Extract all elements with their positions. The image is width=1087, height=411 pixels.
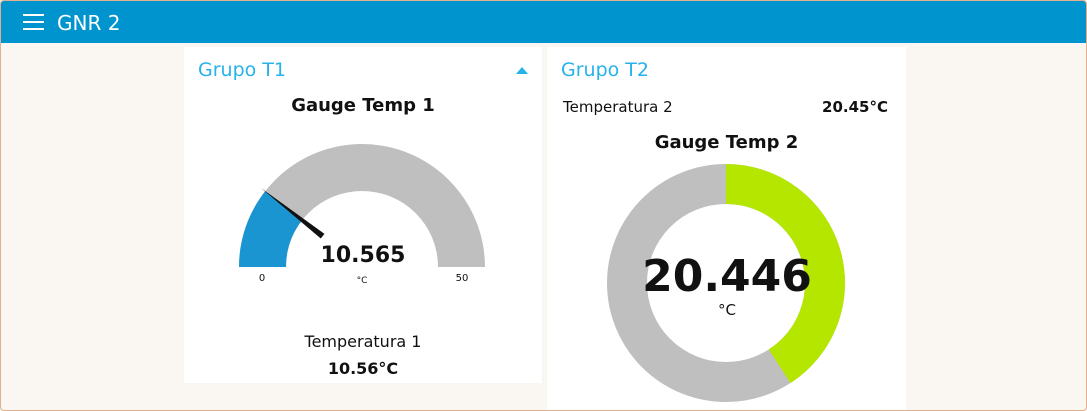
temperatura-1-value: 10.56°C (327, 359, 399, 378)
gauge-1-value: 10.565 (320, 243, 406, 268)
group-card-t1: Grupo T1 Gauge Temp 1 10.565 °C 0 50 Tem… (184, 47, 542, 383)
donut-gauge-temp-2 (607, 164, 845, 402)
dashboard-title: GNR 2 (57, 11, 121, 35)
donut-2-unit: °C (718, 301, 736, 319)
gauge-1-min: 0 (258, 273, 266, 284)
hamburger-menu-icon[interactable] (23, 14, 44, 30)
donut-2-value: 20.446 (642, 251, 812, 302)
top-bar: GNR 2 (1, 1, 1086, 43)
gauge-1-unit: °C (356, 276, 368, 286)
dashboard-frame: GNR 2 Grupo T1 Gauge Temp 1 10.565 °C 0 … (0, 0, 1087, 411)
temperatura-1-label: Temperatura 1 (304, 332, 422, 351)
group-card-t2: Grupo T2 Temperatura 2 20.45°C Gauge Tem… (547, 47, 906, 410)
gauge-1-max: 50 (455, 273, 469, 284)
gauge-temp-1 (239, 144, 485, 267)
